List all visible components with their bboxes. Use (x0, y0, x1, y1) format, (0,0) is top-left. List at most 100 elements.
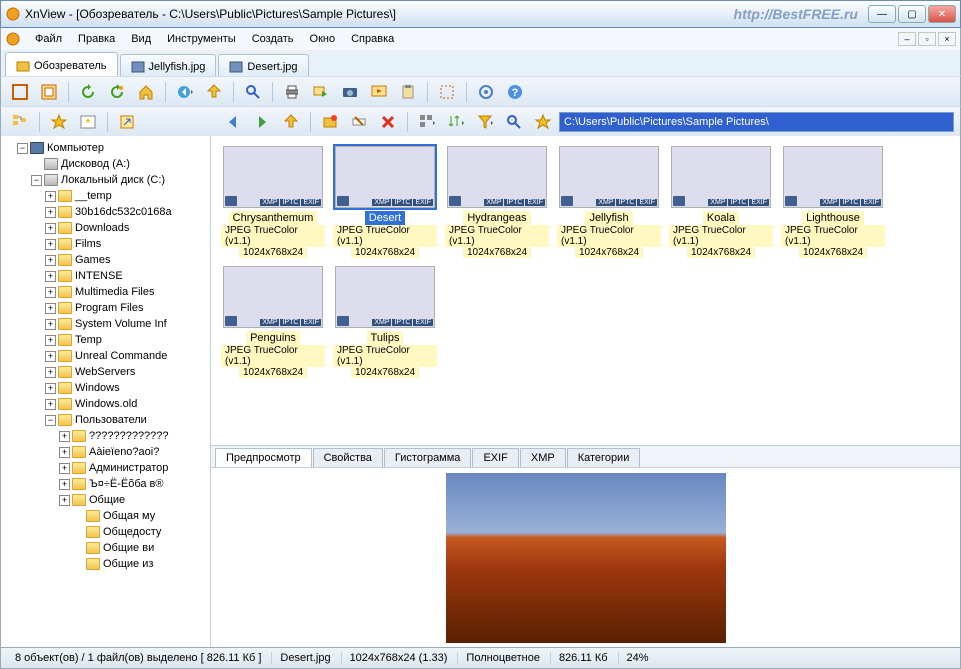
back-dd-button[interactable] (172, 80, 198, 104)
tree-usr[interactable]: +Ъ¤÷Ё-Ёõба в® (59, 476, 208, 492)
expand-icon[interactable]: + (59, 463, 70, 474)
expand-icon[interactable]: + (45, 287, 56, 298)
star-button[interactable] (530, 110, 556, 134)
back-button[interactable] (220, 110, 246, 134)
thumb-chrysanthemum[interactable]: XMPIPTCEXIFChrysanthemumJPEG TrueColor (… (221, 146, 325, 258)
print-button[interactable] (279, 80, 305, 104)
thumb-jellyfish[interactable]: XMPIPTCEXIFJellyfishJPEG TrueColor (v1.1… (557, 146, 661, 258)
info-tab-4[interactable]: XMP (520, 448, 566, 467)
refresh-button[interactable] (75, 80, 101, 104)
thumb-koala[interactable]: XMPIPTCEXIFKoalaJPEG TrueColor (v1.1)102… (669, 146, 773, 258)
menu-создать[interactable]: Создать (244, 31, 302, 47)
tree-obsh[interactable]: Общие из (73, 556, 208, 572)
info-tab-3[interactable]: EXIF (472, 448, 518, 467)
forward-button[interactable] (249, 110, 275, 134)
info-tab-1[interactable]: Свойства (313, 448, 383, 467)
info-tab-2[interactable]: Гистограмма (384, 448, 472, 467)
expand-icon[interactable]: + (45, 303, 56, 314)
tree-drive-a[interactable]: Дисковод (A:) (31, 156, 208, 172)
expand-icon[interactable]: + (45, 335, 56, 346)
up-button[interactable] (201, 80, 227, 104)
tree-systemvolumeinf[interactable]: +System Volume Inf (45, 316, 208, 332)
tree-computer[interactable]: −Компьютер (17, 140, 208, 156)
menu-инструменты[interactable]: Инструменты (159, 31, 244, 47)
info-tab-0[interactable]: Предпросмотр (215, 448, 312, 467)
expand-icon[interactable]: + (45, 319, 56, 330)
tree-programfiles[interactable]: +Program Files (45, 300, 208, 316)
expand-icon[interactable]: + (45, 191, 56, 202)
minimize-button[interactable]: — (868, 5, 896, 23)
search-button[interactable] (240, 80, 266, 104)
thumb-penguins[interactable]: XMPIPTCEXIFPenguinsJPEG TrueColor (v1.1)… (221, 266, 325, 378)
thumb-lighthouse[interactable]: XMPIPTCEXIFLighthouseJPEG TrueColor (v1.… (781, 146, 885, 258)
expand-icon[interactable]: + (45, 271, 56, 282)
address-input[interactable] (559, 112, 954, 132)
tree-webservers[interactable]: +WebServers (45, 364, 208, 380)
tree-button[interactable] (7, 110, 33, 134)
filter-dd-button[interactable] (472, 110, 498, 134)
thumbnail-grid[interactable]: XMPIPTCEXIFChrysanthemumJPEG TrueColor (… (211, 136, 960, 445)
rename-button[interactable] (346, 110, 372, 134)
tree-__temp[interactable]: +__temp (45, 188, 208, 204)
tree-temp[interactable]: +Temp (45, 332, 208, 348)
menu-справка[interactable]: Справка (343, 31, 402, 47)
thumb-hydrangeas[interactable]: XMPIPTCEXIFHydrangeasJPEG TrueColor (v1.… (445, 146, 549, 258)
fav-button[interactable] (46, 110, 72, 134)
tree-obsh[interactable]: Общая му (73, 508, 208, 524)
folder-tree[interactable]: −КомпьютерДисковод (A:)−Локальный диск (… (1, 136, 211, 647)
tree-windows[interactable]: +Windows (45, 380, 208, 396)
refresh-all-button[interactable] (104, 80, 130, 104)
expand-icon[interactable]: + (45, 351, 56, 362)
expand-icon[interactable]: + (59, 479, 70, 490)
expand-icon[interactable]: + (59, 495, 70, 506)
thumb-tulips[interactable]: XMPIPTCEXIFTulipsJPEG TrueColor (v1.1)10… (333, 266, 437, 378)
convert-button[interactable] (308, 80, 334, 104)
expand-icon[interactable]: − (31, 175, 42, 186)
info-tab-5[interactable]: Категории (567, 448, 641, 467)
expand-icon[interactable]: + (45, 399, 56, 410)
tab-jellyfishjpg[interactable]: Jellyfish.jpg (120, 54, 217, 76)
expand-icon[interactable]: + (45, 207, 56, 218)
tree-usr[interactable]: +Администратор (59, 460, 208, 476)
tree-users[interactable]: −Пользователи (45, 412, 208, 428)
menu-правка[interactable]: Правка (70, 31, 123, 47)
tree-films[interactable]: +Films (45, 236, 208, 252)
menu-окно[interactable]: Окно (302, 31, 344, 47)
slideshow-button[interactable] (366, 80, 392, 104)
view-dd-button[interactable] (414, 110, 440, 134)
tree-usr[interactable]: +Aàieïeno?aoi? (59, 444, 208, 460)
tree-obsh[interactable]: Общие ви (73, 540, 208, 556)
fit-button[interactable] (36, 80, 62, 104)
tree-unrealcommande[interactable]: +Unreal Commande (45, 348, 208, 364)
expand-icon[interactable]: + (45, 383, 56, 394)
help-button[interactable]: ? (502, 80, 528, 104)
find-button[interactable] (501, 110, 527, 134)
expand-icon[interactable]: − (17, 143, 28, 154)
shortcut-button[interactable] (114, 110, 140, 134)
mdi-close-button[interactable]: × (938, 32, 956, 46)
tree-windowsold[interactable]: +Windows.old (45, 396, 208, 412)
expand-icon[interactable]: + (45, 223, 56, 234)
expand-icon[interactable]: + (45, 255, 56, 266)
tree-intense[interactable]: +INTENSE (45, 268, 208, 284)
fullscreen-button[interactable] (7, 80, 33, 104)
clipboard-button[interactable] (395, 80, 421, 104)
expand-icon[interactable]: + (59, 447, 70, 458)
close-button[interactable]: ✕ (928, 5, 956, 23)
capture-button[interactable] (434, 80, 460, 104)
home-button[interactable] (133, 80, 159, 104)
mdi-minimize-button[interactable]: – (898, 32, 916, 46)
tree-usr[interactable]: +????????????? (59, 428, 208, 444)
settings-button[interactable] (473, 80, 499, 104)
menu-файл[interactable]: Файл (27, 31, 70, 47)
tree-30b16dc532c0168a[interactable]: +30b16dc532c0168a (45, 204, 208, 220)
new-button[interactable] (317, 110, 343, 134)
expand-icon[interactable]: + (45, 239, 56, 250)
tree-games[interactable]: +Games (45, 252, 208, 268)
expand-icon[interactable]: + (59, 431, 70, 442)
tree-downloads[interactable]: +Downloads (45, 220, 208, 236)
tree-drive-c[interactable]: −Локальный диск (C:) (31, 172, 208, 188)
expand-icon[interactable]: + (45, 367, 56, 378)
up-button[interactable] (278, 110, 304, 134)
tab-[interactable]: Обозреватель (5, 52, 118, 76)
